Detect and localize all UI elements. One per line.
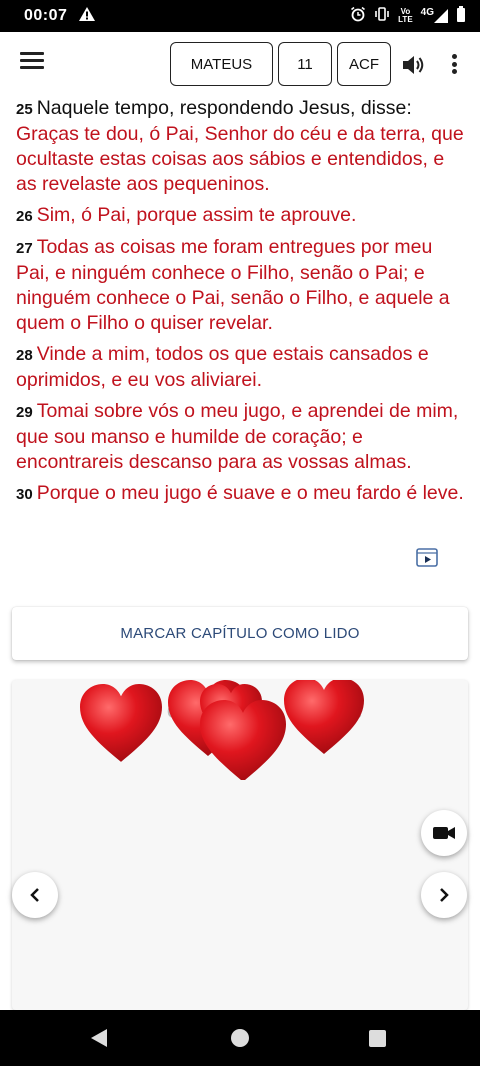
volte-indicator: Vo LTE	[398, 8, 413, 24]
verse-26[interactable]: 26 Sim, ó Pai, porque assim te aprouve.	[16, 203, 468, 229]
chapter-selector-button[interactable]: 11	[278, 42, 332, 86]
speaker-icon[interactable]	[400, 52, 426, 78]
nav-back-icon[interactable]	[90, 1028, 108, 1053]
heart-icon	[80, 684, 162, 762]
verse-words-of-jesus: Sim, ó Pai, porque assim te aprouve.	[36, 204, 357, 226]
verse-words-of-jesus: Tomai sobre vós o meu jugo, e aprendei d…	[16, 400, 459, 473]
mark-chapter-read-button[interactable]: MARCAR CAPÍTULO COMO LIDO	[12, 607, 468, 660]
verse-number: 29	[16, 404, 33, 421]
verse-28[interactable]: 28 Vinde a mim, todos os que estais cansa…	[16, 342, 468, 393]
verse-words-of-jesus: Graças te dou, ó Pai, Senhor do céu e da…	[16, 123, 464, 195]
system-nav-bar	[0, 1010, 480, 1066]
hamburger-menu-icon[interactable]	[20, 52, 44, 72]
verse-words-of-jesus: Todas as coisas me foram entregues por m…	[16, 236, 450, 334]
volte-bottom-label: LTE	[398, 15, 413, 24]
signal-indicator: 4G	[420, 7, 448, 23]
hearts-image	[80, 680, 365, 780]
verse-30[interactable]: 30 Porque o meu jugo é suave e o meu fard…	[16, 481, 468, 507]
chevron-right-icon[interactable]	[421, 872, 467, 918]
verse-number: 28	[16, 347, 33, 364]
verse-narrative-text: Naquele tempo, respondendo Jesus, disse:	[36, 97, 412, 119]
battery-icon	[456, 5, 466, 27]
vibrate-icon	[374, 6, 390, 27]
cell-signal-icon	[434, 9, 448, 23]
heart-icon	[284, 680, 365, 755]
verse-number: 25	[16, 101, 33, 118]
status-bar: 00:07 Vo LTE 4G	[0, 0, 480, 32]
warning-icon	[79, 6, 96, 26]
verse-27[interactable]: 27 Todas as coisas me foram entregues por…	[16, 235, 468, 336]
verse-words-of-jesus: Porque o meu jugo é suave e o meu fardo …	[36, 482, 464, 504]
alarm-icon	[350, 6, 366, 27]
ad-panel[interactable]: C e	[12, 680, 468, 1010]
verse-29[interactable]: 29 Tomai sobre vós o meu jugo, e aprendei…	[16, 399, 468, 475]
book-selector-button[interactable]: MATEUS	[170, 42, 273, 86]
nav-home-icon[interactable]	[231, 1029, 249, 1047]
nav-recents-icon[interactable]	[369, 1030, 386, 1047]
status-time: 00:07	[24, 7, 68, 24]
verse-list: 25 Naquele tempo, respondendo Jesus, diss…	[16, 96, 468, 513]
verse-25[interactable]: 25 Naquele tempo, respondendo Jesus, diss…	[16, 96, 468, 197]
version-selector-button[interactable]: ACF	[337, 42, 391, 86]
network-type-label: 4G	[420, 7, 434, 18]
more-vert-icon[interactable]	[446, 50, 462, 78]
videocam-icon[interactable]	[421, 810, 467, 856]
verse-words-of-jesus: Vinde a mim, todos os que estais cansado…	[16, 343, 429, 391]
verse-number: 30	[16, 486, 33, 503]
ad-choices-icon[interactable]	[416, 546, 438, 568]
app-bar: MATEUS 11 ACF	[0, 32, 480, 96]
verse-number: 26	[16, 208, 33, 225]
verse-number: 27	[16, 240, 33, 257]
chevron-left-icon[interactable]	[12, 872, 58, 918]
